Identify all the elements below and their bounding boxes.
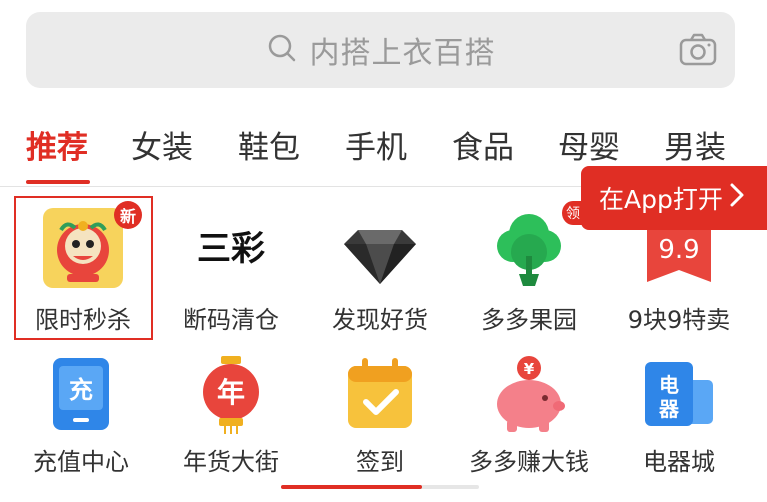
grid-item-label: 充值中心: [33, 448, 129, 476]
phone-recharge-icon: 充: [41, 354, 121, 434]
lantern-icon: 年: [191, 354, 271, 434]
calendar-check-icon: [340, 354, 420, 434]
grid-item-check-in[interactable]: 签到: [305, 346, 455, 486]
search-icon: [266, 32, 298, 68]
svg-text:¥: ¥: [524, 360, 535, 378]
sancai-logo-icon: 三彩: [191, 208, 271, 288]
search-inner: 内搭上衣百搭: [266, 28, 496, 72]
tab-bags-shoes[interactable]: 鞋包: [238, 122, 300, 167]
camera-icon[interactable]: [679, 32, 717, 70]
svg-text:三彩: 三彩: [197, 229, 265, 269]
grid-item-label: 电器城: [643, 448, 715, 476]
grid-item-clearance[interactable]: 三彩 断码清仓: [156, 196, 306, 346]
tab-recommended[interactable]: 推荐: [26, 122, 88, 167]
tab-mens[interactable]: 男装: [664, 122, 726, 167]
svg-text:电: 电: [659, 373, 679, 397]
svg-text:充: 充: [69, 376, 93, 404]
svg-text:年: 年: [217, 376, 245, 409]
tab-baby[interactable]: 母婴: [558, 122, 620, 167]
grid-item-label: 多多赚大钱: [469, 448, 589, 476]
search-placeholder: 内搭上衣百搭: [309, 36, 496, 71]
grid-item-earn-money[interactable]: ¥ 多多赚大钱: [454, 346, 604, 486]
tab-womens[interactable]: 女装: [131, 122, 193, 167]
tab-phones[interactable]: 手机: [345, 122, 407, 167]
tab-food[interactable]: 食品: [452, 122, 514, 167]
tab-active-indicator: [26, 180, 90, 184]
grid-item-label: 签到: [356, 448, 404, 476]
grid-item-discover[interactable]: 发现好货: [305, 196, 455, 346]
appliance-icon: 电 器: [639, 354, 719, 434]
grid-item-label: 发现好货: [332, 306, 428, 334]
chevron-right-icon: [729, 182, 745, 214]
open-in-app-button[interactable]: 在App打开: [581, 166, 767, 230]
grid-item-appliances[interactable]: 电 器 电器城: [604, 346, 754, 486]
grid-item-label: 多多果园: [481, 306, 577, 334]
grid-item-label: 9块9特卖: [627, 306, 731, 334]
piggy-bank-icon: ¥: [489, 354, 569, 434]
grid-item-label: 断码清仓: [183, 306, 279, 334]
tree-icon: [489, 208, 569, 288]
grid-item-label: 年货大街: [183, 448, 279, 476]
diamond-icon: [340, 208, 420, 288]
svg-text:9.9: 9.9: [658, 235, 699, 265]
scroll-thumb: [281, 485, 422, 489]
open-in-app-label: 在App打开: [599, 185, 723, 214]
svg-text:器: 器: [658, 397, 680, 421]
grid-item-new-year[interactable]: 年 年货大街: [156, 346, 306, 486]
new-badge: 新: [114, 201, 142, 229]
grid-item-recharge[interactable]: 充 充值中心: [6, 346, 156, 486]
search-bar[interactable]: 内搭上衣百搭: [26, 12, 735, 88]
